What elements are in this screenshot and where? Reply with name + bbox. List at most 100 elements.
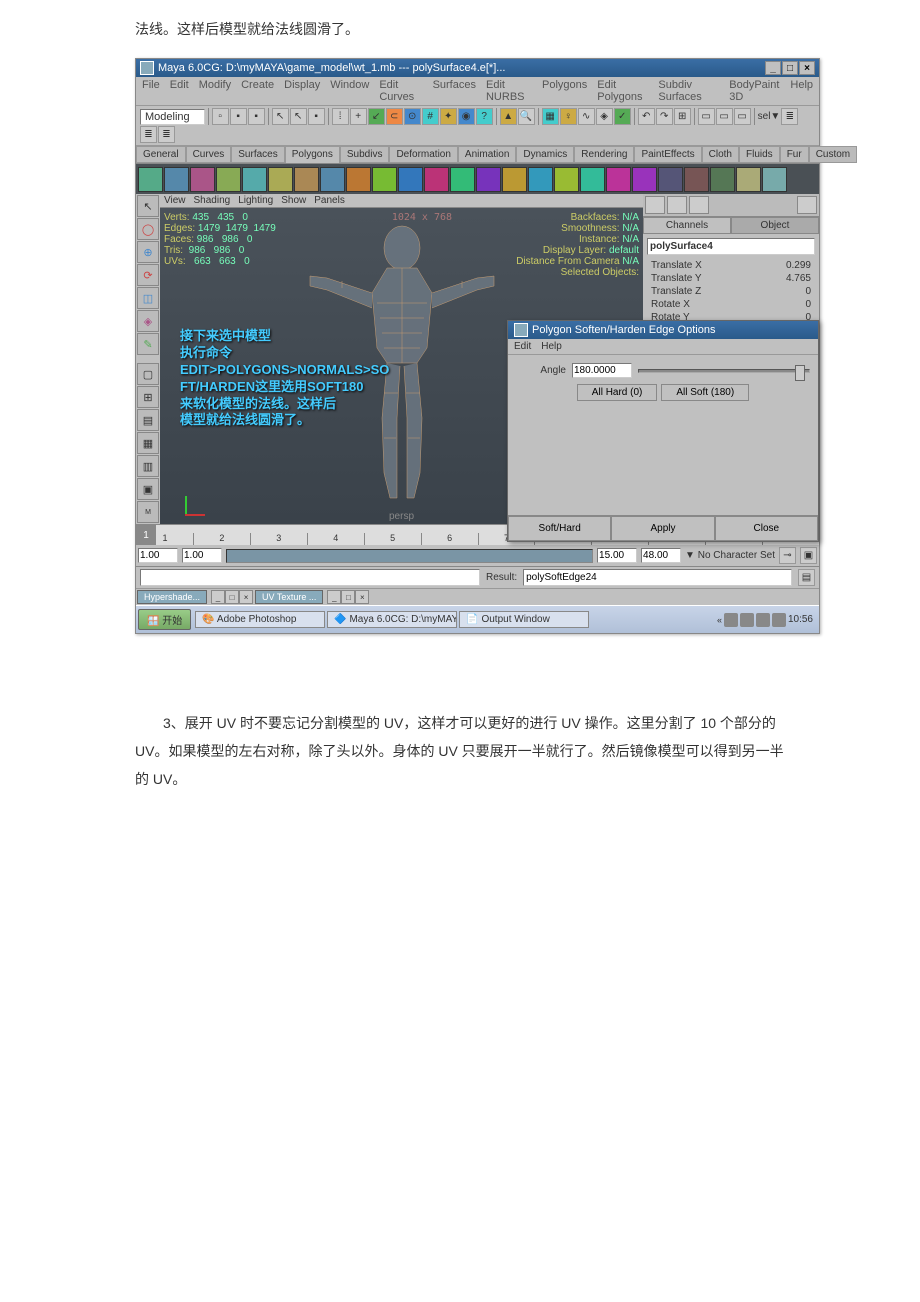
tray-icon4[interactable] <box>772 613 786 627</box>
command-input[interactable] <box>140 569 480 586</box>
min-icon[interactable]: _ <box>211 590 225 604</box>
shelf-triangulate-icon[interactable] <box>632 167 657 192</box>
all-soft-button[interactable]: All Soft (180) <box>661 384 749 401</box>
lock-icon[interactable]: ▲ <box>500 108 517 125</box>
shelf-quad-icon[interactable] <box>658 167 683 192</box>
x-icon[interactable]: × <box>239 590 253 604</box>
panel1-icon[interactable]: ▭ <box>698 108 715 125</box>
tab-object[interactable]: Object <box>731 217 819 234</box>
shelf-tab-animation[interactable]: Animation <box>458 146 516 163</box>
open-scene-button[interactable]: ▪ <box>230 108 247 125</box>
menu-window[interactable]: Window <box>330 79 369 103</box>
shelf-prism-icon[interactable] <box>294 167 319 192</box>
layout-four-icon[interactable]: ⊞ <box>137 386 159 408</box>
box-icon[interactable]: ▦ <box>542 108 559 125</box>
shelf-sphere-icon[interactable] <box>138 167 163 192</box>
shelf-cube-icon[interactable] <box>164 167 189 192</box>
maximize-button[interactable]: □ <box>782 61 798 75</box>
light-icon[interactable]: ♀ <box>560 108 577 125</box>
rotate-tool[interactable]: ⟳ <box>137 264 159 286</box>
snap-point-icon[interactable]: ↙ <box>368 108 385 125</box>
dialog-menu-edit[interactable]: Edit <box>514 341 531 352</box>
shelf-bridge-icon[interactable] <box>502 167 527 192</box>
move-tool[interactable]: ⊕ <box>137 241 159 263</box>
tab-channels[interactable]: Channels <box>643 217 731 234</box>
scale-tool[interactable]: ◫ <box>137 287 159 309</box>
menu-create[interactable]: Create <box>241 79 274 103</box>
playback-end[interactable] <box>597 548 637 563</box>
layout-btn1[interactable] <box>645 196 665 214</box>
shelf-tab-deformation[interactable]: Deformation <box>389 146 457 163</box>
all-hard-button[interactable]: All Hard (0) <box>577 384 658 401</box>
manip-tool[interactable]: ◈ <box>137 310 159 332</box>
magnify-icon[interactable]: 🔍 <box>518 108 535 125</box>
shelf-cylinder-icon[interactable] <box>190 167 215 192</box>
curve-icon[interactable]: ∿ <box>578 108 595 125</box>
vp-menu-shading[interactable]: Shading <box>194 195 231 206</box>
layout-close[interactable] <box>797 196 817 214</box>
tray-network-icon[interactable] <box>740 613 754 627</box>
layout-outliner-icon[interactable]: ▥ <box>137 455 159 477</box>
shelf-tab-rendering[interactable]: Rendering <box>574 146 634 163</box>
panel2-icon[interactable]: ▭ <box>716 108 733 125</box>
minimize-button[interactable]: _ <box>765 61 781 75</box>
menu-display[interactable]: Display <box>284 79 320 103</box>
playback-start[interactable] <box>182 548 222 563</box>
shelf-extract-icon[interactable] <box>424 167 449 192</box>
shelf-combine-icon[interactable] <box>398 167 423 192</box>
angle-slider[interactable] <box>638 369 810 373</box>
snap-plane-icon[interactable]: ⊂ <box>386 108 403 125</box>
lasso-tool[interactable]: ◯ <box>137 218 159 240</box>
menu-polygons[interactable]: Polygons <box>542 79 587 103</box>
shelf-soften-icon[interactable] <box>736 167 761 192</box>
max-icon[interactable]: □ <box>225 590 239 604</box>
undo-button[interactable]: ↶ <box>638 108 655 125</box>
close-button[interactable]: × <box>799 61 815 75</box>
menu-edit[interactable]: Edit <box>170 79 189 103</box>
tab-hypershade[interactable]: Hypershade... <box>137 590 207 604</box>
shelf-tab-dynamics[interactable]: Dynamics <box>516 146 574 163</box>
min-icon2[interactable]: _ <box>327 590 341 604</box>
shelf-plane-icon[interactable] <box>242 167 267 192</box>
surface-icon[interactable]: ◈ <box>596 108 613 125</box>
range-start[interactable] <box>138 548 178 563</box>
sel-label[interactable]: sel▼ <box>758 111 781 122</box>
save-scene-button[interactable]: ▪ <box>248 108 265 125</box>
shelf-bevel-icon[interactable] <box>476 167 501 192</box>
layout-script-icon[interactable]: M <box>137 501 159 523</box>
shelf-tab-polygons[interactable]: Polygons <box>285 146 340 163</box>
snap-curve-icon[interactable]: + <box>350 108 367 125</box>
tray-clock[interactable]: 10:56 <box>788 614 813 625</box>
task-photoshop[interactable]: 🎨 Adobe Photoshop <box>195 611 325 628</box>
soft-tool[interactable]: ✎ <box>137 333 159 355</box>
mode-dropdown[interactable]: Modeling <box>140 109 205 125</box>
select-lasso-icon[interactable]: ↖ <box>290 108 307 125</box>
redo-button[interactable]: ↷ <box>656 108 673 125</box>
layout-single-icon[interactable]: ▢ <box>137 363 159 385</box>
charset-dropdown[interactable]: ▼ No Character Set <box>685 550 775 561</box>
shelf-fill-icon[interactable] <box>528 167 553 192</box>
sel-btn2[interactable]: ≣ <box>140 126 157 143</box>
shelf-tab-fur[interactable]: Fur <box>780 146 809 163</box>
sel-btn1[interactable]: ≣ <box>781 108 798 125</box>
shelf-tab-subdivs[interactable]: Subdivs <box>340 146 390 163</box>
apply-button[interactable]: Apply <box>611 516 714 541</box>
select-paint-icon[interactable]: ▪ <box>308 108 325 125</box>
shelf-tab-curves[interactable]: Curves <box>186 146 232 163</box>
shelf-tab-cloth[interactable]: Cloth <box>702 146 739 163</box>
vp-menu-show[interactable]: Show <box>281 195 306 206</box>
close-dialog-button[interactable]: Close <box>715 516 818 541</box>
menu-file[interactable]: File <box>142 79 160 103</box>
shelf-create-icon[interactable] <box>372 167 397 192</box>
help-icon[interactable]: ? <box>476 108 493 125</box>
soft-hard-button[interactable]: Soft/Hard <box>508 516 611 541</box>
menu-surfaces[interactable]: Surfaces <box>433 79 476 103</box>
range-end[interactable] <box>641 548 681 563</box>
select-arrow-icon[interactable]: ↖ <box>272 108 289 125</box>
vp-menu-panels[interactable]: Panels <box>314 195 345 206</box>
object-name[interactable]: polySurface4 <box>647 238 815 255</box>
shelf-append-icon[interactable] <box>554 167 579 192</box>
autokey-button[interactable]: ⊸ <box>779 547 796 564</box>
menu-editcurves[interactable]: Edit Curves <box>379 79 422 103</box>
layout-btn2[interactable] <box>667 196 687 214</box>
